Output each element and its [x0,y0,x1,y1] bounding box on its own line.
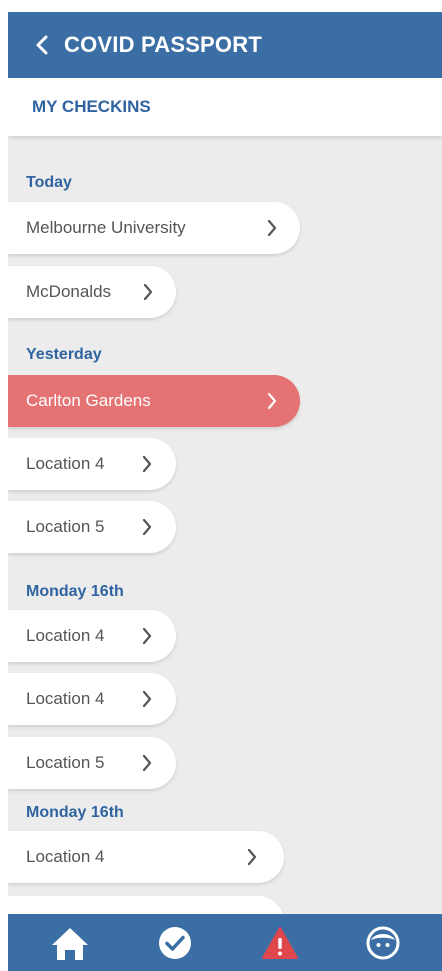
checkin-item-label: Location 5 [26,517,105,536]
chevron-right-icon [142,754,152,772]
checkin-item[interactable]: Location 5 [8,501,176,553]
chevron-right-icon [267,392,277,410]
section-title: MY CHECKINS [32,97,151,116]
checkin-item-label: Carlton Gardens [26,391,151,410]
checkin-item[interactable]: Location 4 [8,610,176,662]
face-icon [366,926,400,959]
page-title: COVID PASSPORT [64,32,262,57]
section-label-yesterday: Yesterday [26,346,102,363]
chevron-right-icon [142,690,152,708]
checkin-item[interactable]: Location 4 [8,673,176,725]
checkin-item[interactable]: Melbourne University [8,202,300,254]
checkin-item-label: McDonalds [26,282,112,301]
checkin-item-alert[interactable]: Carlton Gardens [8,375,300,427]
checkin-item-label: Location 4 [26,689,105,708]
subheader: MY CHECKINS [8,78,442,136]
checkin-item-label: Location 4 [26,454,105,473]
chevron-right-icon [143,283,153,301]
tab-alerts[interactable] [250,914,310,971]
checkin-item-label: Melbourne University [26,218,186,237]
chevron-left-icon[interactable] [20,12,64,78]
warning-icon [262,926,298,959]
section-label-monday: Monday 16th [26,804,124,821]
app-header: COVID PASSPORT [8,12,442,78]
checkin-item-label: Location 4 [26,847,105,866]
tab-checkins[interactable] [145,914,205,971]
chevron-right-icon [247,848,257,866]
tab-profile[interactable] [353,914,413,971]
checkin-item[interactable]: Location 5 [8,737,176,789]
checkin-item-label: Location 4 [26,626,105,645]
app-screen: COVID PASSPORT MY CHECKINS Today Melbour… [8,12,442,971]
chevron-right-icon [142,518,152,536]
tab-home[interactable] [40,914,100,971]
checkin-item-label: Location 5 [26,753,105,772]
check-circle-icon [159,926,191,959]
home-icon [52,927,88,960]
checkin-item[interactable]: McDonalds [8,266,176,318]
bottom-nav [8,914,442,971]
chevron-right-icon [142,627,152,645]
checkin-item[interactable]: Location 4 [8,831,284,883]
chevron-right-icon [267,219,277,237]
section-label-today: Today [26,174,72,191]
section-label-monday: Monday 16th [26,583,124,600]
chevron-right-icon [142,455,152,473]
checkin-item[interactable]: Location 4 [8,438,176,490]
